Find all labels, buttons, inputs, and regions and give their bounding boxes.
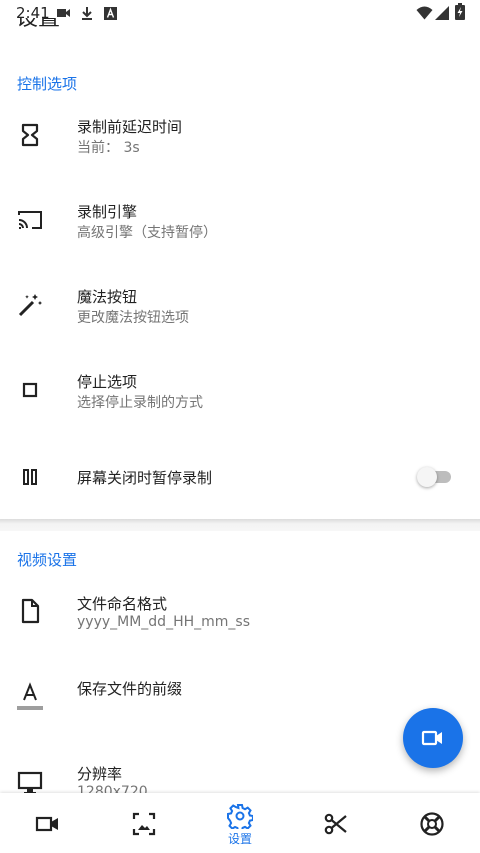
nav-item-edit[interactable]	[288, 793, 384, 853]
setting-filename-format[interactable]: 文件命名格式 yyyy_MM_dd_HH_mm_ss	[0, 575, 480, 660]
nav-item-settings[interactable]: 设置	[192, 793, 288, 853]
setting-title: 录制前延迟时间	[77, 118, 183, 136]
pause-toggle-switch[interactable]	[417, 465, 453, 487]
video-camera-icon	[421, 730, 442, 746]
page-title: 设置	[16, 18, 61, 31]
status-bar: 2:41	[0, 0, 480, 26]
nav-item-help[interactable]	[384, 793, 480, 853]
setting-title: 文件命名格式	[77, 595, 168, 613]
monitor-icon	[17, 770, 43, 793]
wifi-icon	[416, 5, 433, 24]
hourglass-icon	[17, 122, 43, 148]
setting-subtitle: 当前： 3s	[77, 140, 140, 156]
scissors-icon	[324, 813, 347, 835]
cast-icon	[17, 207, 43, 233]
setting-title: 屏幕关闭时暂停录制	[77, 469, 213, 487]
section-header-video: 视频设置	[17, 551, 78, 569]
download-icon	[80, 5, 94, 24]
setting-pause-on-screen-off[interactable]: 屏幕关闭时暂停录制	[0, 440, 480, 518]
setting-subtitle: 1280x720	[77, 784, 148, 793]
bottom-navigation: 设置	[0, 793, 480, 853]
setting-title: 分辨率	[77, 765, 123, 783]
gallery-icon	[132, 812, 156, 836]
battery-charging-icon	[455, 3, 465, 24]
section-divider	[0, 519, 480, 531]
stop-icon	[17, 377, 43, 403]
setting-subtitle: 高级引擎（支持暂停）	[77, 225, 217, 241]
setting-title: 停止选项	[77, 373, 138, 391]
settings-icon	[227, 804, 253, 829]
file-icon	[17, 598, 43, 624]
setting-subtitle: 更改魔法按钮选项	[77, 310, 189, 326]
lifebuoy-icon	[420, 812, 444, 836]
video-camera-icon	[35, 816, 58, 832]
setting-subtitle: 选择停止录制的方式	[77, 395, 203, 411]
toggle-thumb	[417, 467, 437, 487]
record-fab-button[interactable]	[403, 708, 463, 768]
nav-label-settings: 设置	[227, 832, 252, 846]
setting-magic-button[interactable]: 魔法按钮 更改魔法按钮选项	[0, 270, 480, 355]
nav-item-record[interactable]	[0, 793, 96, 853]
setting-record-delay[interactable]: 录制前延迟时间 当前： 3s	[0, 100, 480, 185]
section-header-control: 控制选项	[17, 75, 78, 93]
pause-icon	[17, 464, 43, 490]
setting-subtitle: yyyy_MM_dd_HH_mm_ss	[77, 614, 250, 630]
setting-title: 保存文件的前缀	[77, 680, 183, 698]
setting-title: 录制引擎	[77, 203, 138, 221]
text-format-icon	[17, 682, 43, 710]
nav-item-gallery[interactable]	[96, 793, 192, 853]
setting-stop-options[interactable]: 停止选项 选择停止录制的方式	[0, 355, 480, 440]
a-badge-icon	[104, 5, 117, 24]
magic-wand-icon	[17, 292, 43, 318]
setting-title: 魔法按钮	[77, 288, 138, 306]
signal-icon	[435, 5, 449, 24]
setting-record-engine[interactable]: 录制引擎 高级引擎（支持暂停）	[0, 185, 480, 270]
